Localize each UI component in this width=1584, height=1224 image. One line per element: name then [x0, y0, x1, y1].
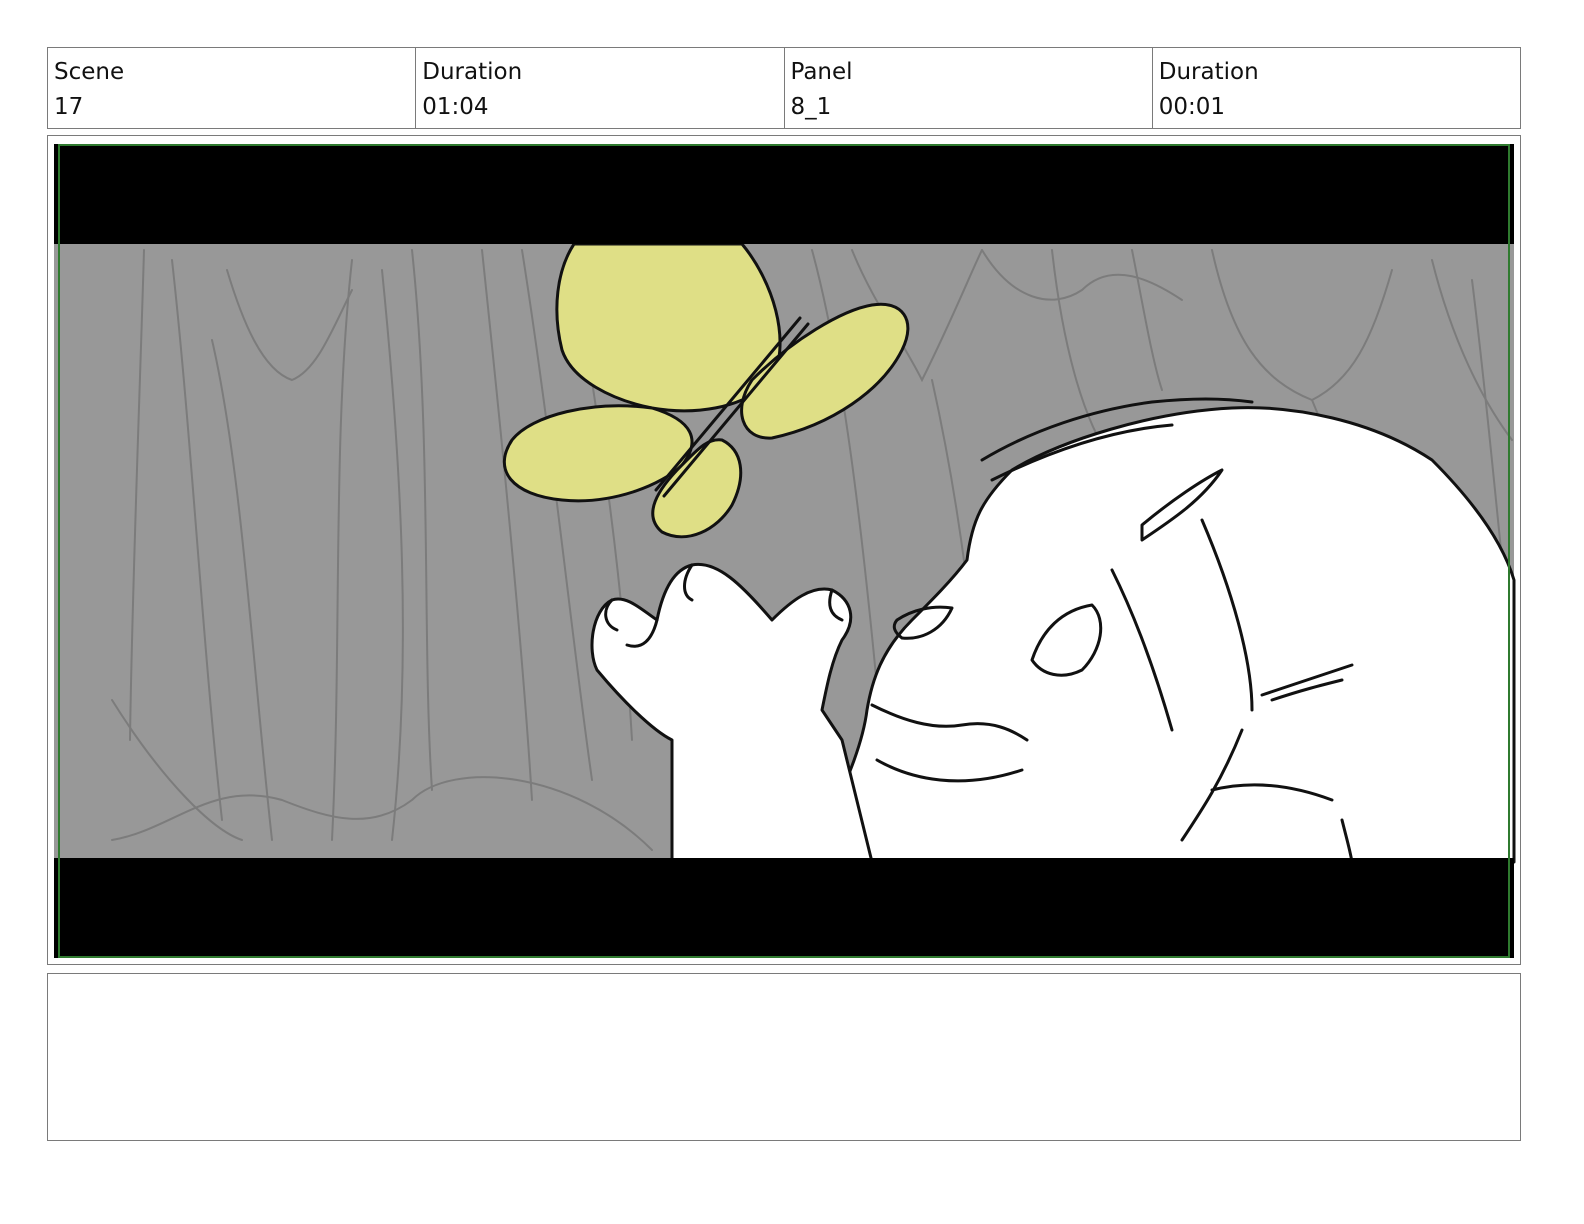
letterbox-bottom [54, 858, 1514, 958]
panel-duration-cell: Duration 00:01 [1153, 48, 1520, 128]
scene-number[interactable]: 17 [54, 90, 409, 125]
panel-duration-value[interactable]: 00:01 [1159, 90, 1514, 125]
panel-notes[interactable] [47, 973, 1521, 1141]
panel-duration-label: Duration [1158, 59, 1259, 85]
storyboard-frame[interactable] [47, 135, 1521, 965]
panel-label: Panel [790, 59, 853, 85]
scene-duration-label: Duration [422, 59, 523, 85]
panel-cell: Panel 8_1 [785, 48, 1153, 128]
scene-duration-cell: Duration 01:04 [416, 48, 785, 128]
scene-duration-value[interactable]: 01:04 [422, 90, 777, 125]
panel-info-header: Scene 17 Duration 01:04 Panel 8_1 Durati… [47, 47, 1521, 129]
letterbox-top [54, 144, 1514, 244]
storyboard-drawing [54, 144, 1516, 958]
scene-cell: Scene 17 [48, 48, 417, 128]
panel-number[interactable]: 8_1 [791, 90, 1146, 125]
scene-label: Scene [54, 59, 125, 85]
